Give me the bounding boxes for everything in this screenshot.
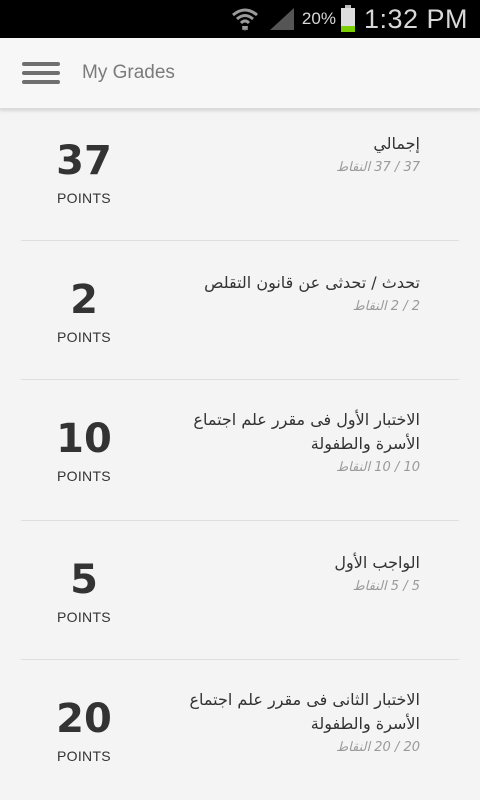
points-value: 10 — [56, 416, 112, 462]
page-title: My Grades — [82, 62, 175, 83]
grade-title: الاختبار الثانى فى مقرر علم اجتماع الأسر… — [189, 690, 421, 733]
grade-score: 2 / 2 النقاط — [352, 299, 420, 314]
points-block: 20 POINTS — [22, 696, 146, 764]
wifi-icon — [231, 8, 258, 31]
grade-info: تحدث / تحدثى عن قانون التقلص 2 / 2 النقا… — [158, 271, 420, 314]
grade-item-total[interactable]: 37 POINTS إجمالي 37 / 37 النقاط — [0, 110, 480, 241]
points-block: 10 POINTS — [22, 416, 146, 484]
signal-icon — [269, 8, 294, 30]
grade-item[interactable]: 2 POINTS تحدث / تحدثى عن قانون التقلص 2 … — [0, 241, 480, 380]
points-block: 37 POINTS — [22, 138, 146, 206]
status-bar: 20% 1:32 PM — [0, 0, 480, 38]
grade-score: 20 / 20 النقاط — [336, 740, 420, 755]
grade-item[interactable]: 5 POINTS الواجب الأول 5 / 5 النقاط — [0, 521, 480, 660]
points-block: 2 POINTS — [22, 277, 146, 345]
points-value: 5 — [70, 557, 98, 603]
points-label: POINTS — [57, 468, 111, 484]
hamburger-menu-icon — [22, 62, 60, 84]
grade-info: الواجب الأول 5 / 5 النقاط — [158, 551, 420, 594]
grade-info: الاختبار الأول فى مقرر علم اجتماع الأسرة… — [158, 408, 420, 475]
app-bar: My Grades — [0, 38, 480, 109]
points-value: 2 — [70, 277, 98, 323]
points-value: 20 — [56, 696, 112, 742]
menu-button[interactable] — [0, 38, 82, 109]
grades-list: 37 POINTS إجمالي 37 / 37 النقاط 2 POINTS… — [0, 110, 480, 800]
grade-score: 10 / 10 النقاط — [336, 460, 420, 475]
battery-percent: 20% — [301, 9, 336, 28]
grade-title: الواجب الأول — [334, 553, 420, 572]
grade-title: إجمالي — [373, 134, 420, 153]
points-label: POINTS — [57, 748, 111, 764]
grade-title: تحدث / تحدثى عن قانون التقلص — [204, 273, 420, 292]
points-label: POINTS — [57, 609, 111, 625]
clock: 1:32 PM — [363, 3, 468, 34]
grade-title: الاختبار الأول فى مقرر علم اجتماع الأسرة… — [193, 410, 420, 453]
grade-info: الاختبار الثانى فى مقرر علم اجتماع الأسر… — [158, 688, 421, 755]
grade-item[interactable]: 10 POINTS الاختبار الأول فى مقرر علم اجت… — [0, 380, 480, 521]
points-label: POINTS — [57, 190, 111, 206]
grade-score: 5 / 5 النقاط — [352, 579, 420, 594]
points-value: 37 — [56, 138, 112, 184]
grade-score: 37 / 37 النقاط — [336, 160, 420, 175]
grade-item[interactable]: 20 POINTS الاختبار الثانى فى مقرر علم اج… — [0, 660, 480, 800]
points-block: 5 POINTS — [22, 557, 146, 625]
battery-icon — [340, 5, 355, 32]
points-label: POINTS — [57, 329, 111, 345]
grade-info: إجمالي 37 / 37 النقاط — [158, 132, 420, 175]
